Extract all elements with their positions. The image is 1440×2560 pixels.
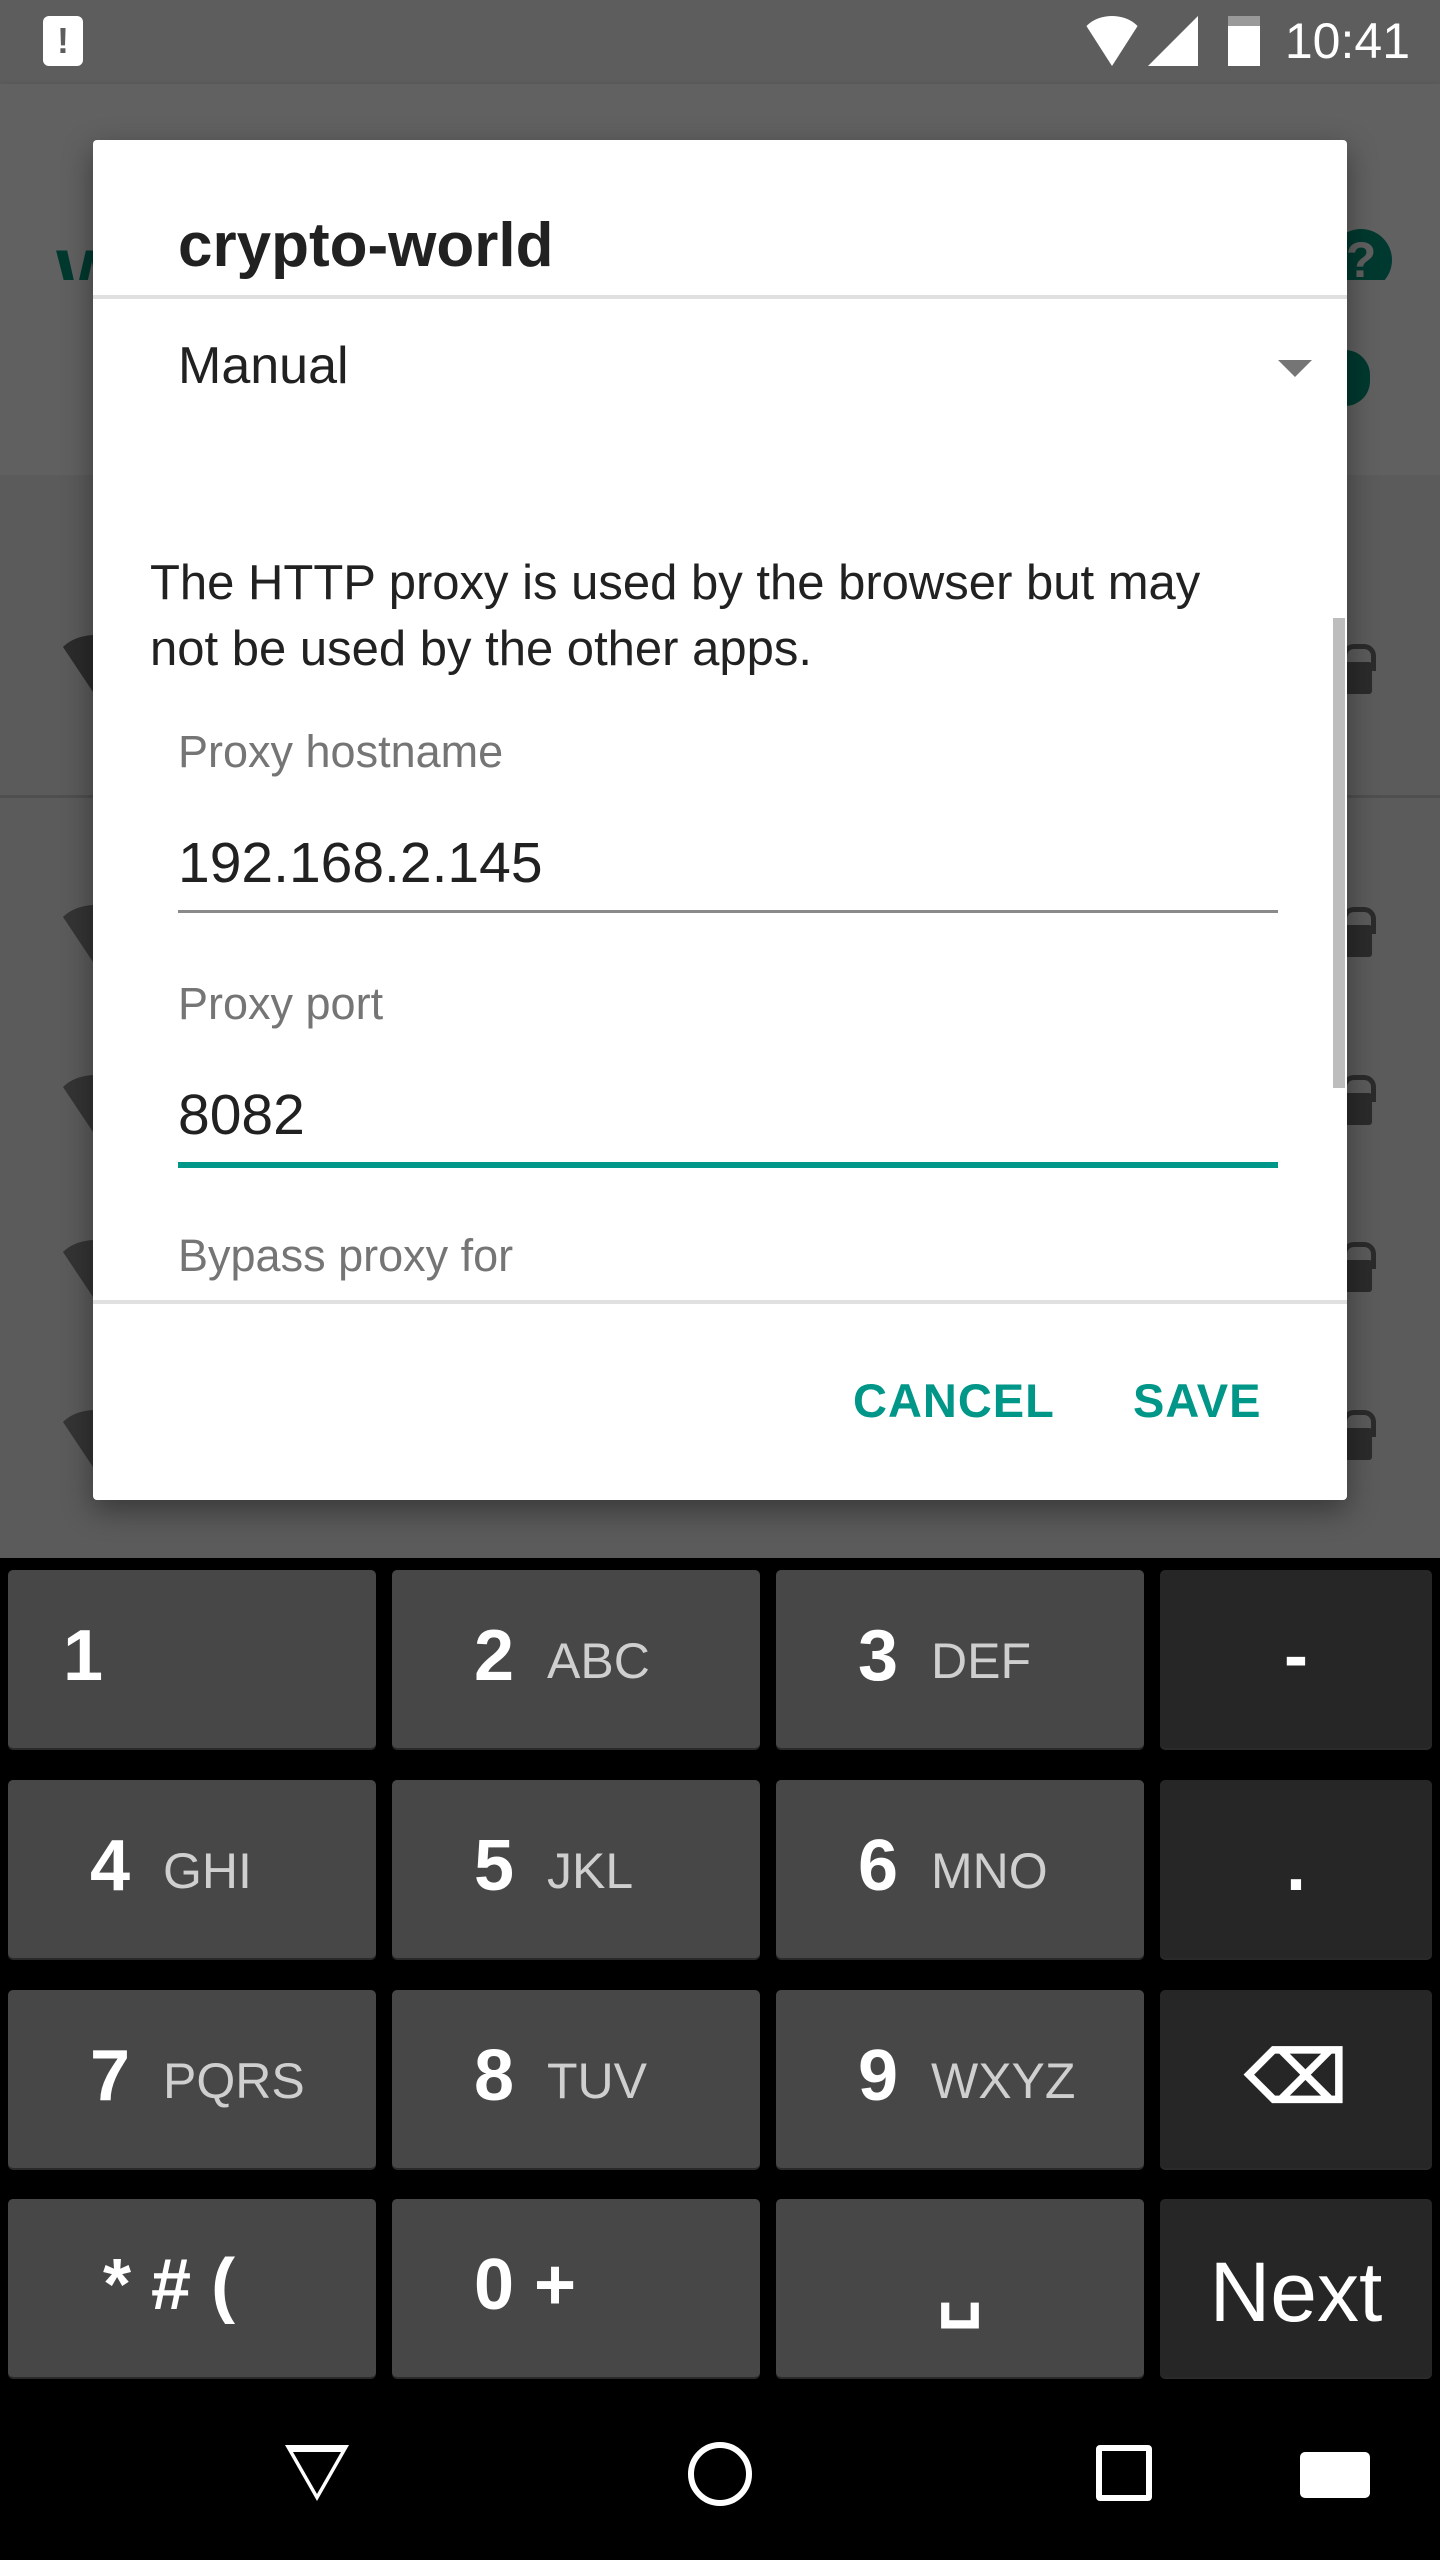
key-letters: TUV bbox=[547, 2053, 647, 2109]
home-icon[interactable] bbox=[688, 2442, 752, 2506]
recents-icon[interactable] bbox=[1096, 2445, 1152, 2501]
save-button[interactable]: SAVE bbox=[1133, 1373, 1262, 1428]
bypass-label: Bypass proxy for bbox=[178, 1230, 514, 1281]
key-letters: DEF bbox=[931, 1633, 1031, 1689]
key-letters: MNO bbox=[931, 1843, 1048, 1899]
divider bbox=[93, 1300, 1347, 1304]
port-underline-focused bbox=[178, 1162, 1278, 1168]
key-letters: GHI bbox=[163, 1843, 252, 1899]
key-9[interactable]: 9 WXYZ bbox=[776, 1990, 1144, 2168]
key-5[interactable]: 5 JKL bbox=[392, 1780, 760, 1958]
divider bbox=[93, 295, 1347, 299]
back-icon-inner bbox=[293, 2452, 341, 2494]
key-minus[interactable]: - bbox=[1160, 1570, 1432, 1748]
navigation-bar bbox=[0, 2390, 1440, 2560]
key-8[interactable]: 8 TUV bbox=[392, 1990, 760, 2168]
clock: 10:41 bbox=[1284, 13, 1410, 69]
proxy-mode-dropdown[interactable]: Manual bbox=[178, 332, 1312, 422]
key-label: - bbox=[1284, 1616, 1308, 1696]
key-label: 6 bbox=[858, 1826, 899, 1906]
proxy-description: The HTTP proxy is used by the browser bu… bbox=[150, 556, 1201, 676]
numeric-keyboard: 1 2 ABC 3 DEF - 4 GHI 5 JKL 6 MNO. 7 PQRS 8 TUV 9 WXYZ ⌫ * … bbox=[0, 1558, 1440, 2390]
keyboard-switch-icon[interactable] bbox=[1300, 2452, 1370, 2498]
key-2[interactable]: 2 ABC bbox=[392, 1570, 760, 1748]
port-input[interactable]: 8082 bbox=[178, 1082, 305, 1148]
hostname-underline bbox=[178, 910, 1278, 913]
key-label: ␣ bbox=[937, 2247, 983, 2327]
wifi-icon bbox=[1080, 16, 1144, 66]
key-label: 8 bbox=[474, 2036, 515, 2116]
status-bar: ! 10:41 bbox=[0, 0, 1440, 84]
key-6[interactable]: 6 MNO bbox=[776, 1780, 1144, 1958]
key-label: 3 bbox=[858, 1616, 899, 1696]
key-4[interactable]: 4 GHI bbox=[8, 1780, 376, 1958]
key-label: ⌫ bbox=[1245, 2038, 1347, 2118]
key-1[interactable]: 1 bbox=[8, 1570, 376, 1748]
key-backspace[interactable]: ⌫ bbox=[1160, 1990, 1432, 2168]
dialog-scrollbar[interactable] bbox=[1333, 618, 1345, 1088]
key-letters: JKL bbox=[547, 1843, 634, 1899]
cancel-button[interactable]: CANCEL bbox=[853, 1373, 1055, 1428]
proxy-dialog: crypto-world Manual The HTTP proxy is us… bbox=[93, 140, 1347, 1500]
key-7[interactable]: 7 PQRS bbox=[8, 1990, 376, 2168]
key-label: 9 bbox=[858, 2036, 899, 2116]
key-letters: WXYZ bbox=[931, 2053, 1076, 2109]
key-symbols[interactable]: * # ( bbox=[8, 2199, 376, 2377]
hostname-label: Proxy hostname bbox=[178, 726, 504, 777]
key-label: 0 + bbox=[474, 2245, 577, 2325]
battery-charging-icon bbox=[1228, 16, 1260, 66]
dropdown-arrow-icon bbox=[1278, 360, 1312, 377]
key-label: . bbox=[1285, 1826, 1306, 1906]
key-0[interactable]: 0 + bbox=[392, 2199, 760, 2377]
key-3[interactable]: 3 DEF bbox=[776, 1570, 1144, 1748]
key-next[interactable]: Next bbox=[1160, 2199, 1432, 2377]
key-space[interactable]: ␣ bbox=[776, 2199, 1144, 2377]
key-period[interactable]: . bbox=[1160, 1780, 1432, 1958]
alert-icon: ! bbox=[43, 16, 83, 66]
key-label: * # ( bbox=[103, 2245, 236, 2325]
key-label: 1 bbox=[62, 1616, 104, 1696]
key-label: 7 bbox=[90, 2036, 131, 2116]
key-label: Next bbox=[1209, 2245, 1383, 2339]
dialog-title: crypto-world bbox=[178, 211, 554, 280]
key-label: 2 bbox=[474, 1616, 515, 1696]
key-label: 5 bbox=[474, 1826, 515, 1906]
signal-icon bbox=[1148, 16, 1198, 66]
key-letters: PQRS bbox=[163, 2053, 305, 2109]
proxy-mode-value: Manual bbox=[178, 337, 349, 395]
key-label: 4 bbox=[90, 1826, 131, 1906]
key-letters: ABC bbox=[547, 1633, 650, 1689]
hostname-input[interactable]: 192.168.2.145 bbox=[178, 830, 543, 896]
port-label: Proxy port bbox=[178, 978, 384, 1029]
